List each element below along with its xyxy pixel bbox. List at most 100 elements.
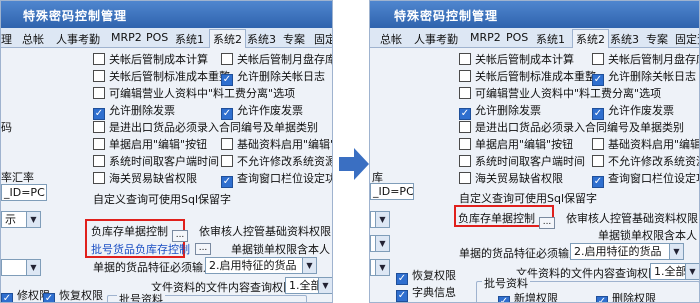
option-import-export-contract[interactable]: 是进出口货品必须录入合同编号及单据类别 [459,121,684,137]
option-cost-calc[interactable]: 关帐后管制成本计算 [459,53,574,69]
option-customs-default[interactable]: 海关贸易缺省权限 [459,172,563,188]
option-delete-invoice[interactable]: 允许删除发票 [93,104,175,120]
edge-combo-2[interactable]: ▼ [1,259,41,276]
checkbox[interactable] [459,172,471,184]
checkbox[interactable] [596,296,608,302]
checkbox[interactable] [592,53,604,65]
chevron-down-icon[interactable]: ▼ [375,212,389,227]
tab-system2[interactable]: 系统2 [209,29,246,48]
option-delete-permission[interactable]: 删除权限 [596,292,656,302]
checkbox[interactable] [93,70,105,82]
option-monthly-stock[interactable]: 关帐后管制月盘存库存 [592,53,699,69]
edge-combo-1[interactable]: ▼ [370,211,390,228]
tab-hr-attendance[interactable]: 人事考勤 [56,31,100,47]
chevron-down-icon[interactable]: ▼ [26,260,40,275]
feature-required-select[interactable]: 2.启用特征的货品 ▼ [205,257,317,274]
checkbox[interactable] [221,53,233,65]
checkbox[interactable] [592,108,604,120]
checkbox[interactable] [459,70,471,82]
option-void-invoice[interactable]: 允许作废发票 [592,104,674,120]
option-dictionary-info[interactable]: 字典信息 [396,286,456,302]
chevron-down-icon[interactable]: ▼ [26,212,40,227]
tab-pos[interactable]: POS [506,31,528,44]
tab-general-ledger[interactable]: 总帐 [380,31,402,47]
checkbox[interactable] [93,53,105,65]
tab-system1[interactable]: 系统1 [536,31,565,47]
checkbox[interactable] [93,138,105,150]
option-no-modify-resource[interactable]: 不允许修改系统资源 [592,155,699,171]
checkbox[interactable] [396,290,408,302]
tab-general-ledger[interactable]: 总帐 [22,31,44,47]
edge-combo-3[interactable]: ▼ [370,259,390,276]
checkbox[interactable] [221,108,233,120]
tab-hr-attendance[interactable]: 人事考勤 [414,31,458,47]
tab-fixed-assets[interactable]: 固定资 [314,31,332,47]
checkbox[interactable] [498,296,510,302]
doc-query-select[interactable]: 1.全部 ▼ [285,277,332,294]
checkbox[interactable] [221,176,233,188]
tab-partial[interactable]: 理 [1,31,12,47]
edge-combo-1[interactable]: 示 ▼ [1,211,41,228]
option-std-cost[interactable]: 关帐后管制标准成本重整 [459,70,596,86]
option-delete-close-log[interactable]: 允许删除关帐日志 [221,70,325,86]
option-import-export-contract[interactable]: 是进出口货品必须录入合同编号及单据类别 [93,121,318,137]
option-material-split[interactable]: 可编辑营业人资料中"料工费分离"选项 [459,87,661,103]
tab-project[interactable]: 专案 [283,31,305,47]
tab-fixed-assets[interactable]: 固定资 [675,31,699,47]
option-doc-edit-button[interactable]: 单据启用"编辑"按钮 [459,138,573,154]
checkbox[interactable] [93,155,105,167]
negative-stock-control-link[interactable]: 负库存单据控制... [91,223,188,242]
checkbox[interactable] [459,53,471,65]
chevron-down-icon[interactable]: ▼ [375,260,389,275]
option-delete-invoice[interactable]: 允许删除发票 [459,104,541,120]
tab-system3[interactable]: 系统3 [610,31,639,47]
checkbox[interactable] [459,155,471,167]
tab-system1[interactable]: 系统1 [175,31,204,47]
chevron-down-icon[interactable]: ▼ [302,258,316,273]
negative-stock-control-link[interactable]: 负库存单据控制... [458,210,555,229]
option-restore-permission[interactable]: 恢复权限 [396,269,456,285]
tab-project[interactable]: 专案 [646,31,668,47]
doc-query-select[interactable]: 1.全部 ▼ [650,263,699,280]
more-button[interactable]: ... [195,243,211,255]
edge-id-input[interactable]: _ID=PC [1,184,47,201]
checkbox[interactable] [459,138,471,150]
checkbox[interactable] [221,155,233,167]
checkbox[interactable] [93,108,105,120]
checkbox[interactable] [93,121,105,133]
chevron-down-icon[interactable]: ▼ [375,236,389,251]
checkbox[interactable] [459,108,471,120]
option-query-column-setting[interactable]: 查询窗口栏位设定功能 [221,172,332,188]
checkbox[interactable] [592,74,604,86]
chevron-down-icon[interactable]: ▼ [685,264,699,279]
option-doc-edit-button[interactable]: 单据启用"编辑"按钮 [93,138,207,154]
tab-mrp2[interactable]: MRP2 [111,31,142,44]
feature-required-select[interactable]: 2.启用特征的货品 ▼ [570,243,684,260]
option-void-invoice[interactable]: 允许作废发票 [221,104,303,120]
more-button[interactable]: ... [539,217,555,229]
tab-system2[interactable]: 系统2 [572,29,609,48]
checkbox[interactable] [592,155,604,167]
option-client-time[interactable]: 系统时间取客户端时间 [93,155,219,171]
checkbox[interactable] [592,138,604,150]
checkbox[interactable] [459,121,471,133]
chevron-down-icon[interactable]: ▼ [318,278,332,293]
option-std-cost[interactable]: 关帐后管制标准成本重整 [93,70,230,86]
option-client-time[interactable]: 系统时间取客户端时间 [459,155,585,171]
option-basic-edit-button[interactable]: 基础资料启用"编辑"按 [592,138,699,154]
chevron-down-icon[interactable]: ▼ [669,244,683,259]
checkbox[interactable] [43,293,55,302]
option-monthly-stock[interactable]: 关帐后管制月盘存库存重 [221,53,332,69]
option-delete-close-log[interactable]: 允许删除关帐日志 [592,70,696,86]
checkbox[interactable] [1,293,13,302]
option-basic-edit-button[interactable]: 基础资料启用"编辑"按钮 [221,138,332,154]
checkbox[interactable] [459,87,471,99]
tab-pos[interactable]: POS [146,31,168,44]
batch-negative-stock-link[interactable]: 批号货品负库存控制 [91,241,190,257]
option-restore-permission[interactable]: 恢复权限 [43,289,103,302]
option-query-column-setting[interactable]: 查询窗口栏位设定功能 [592,172,699,188]
option-add-permission[interactable]: 新增权限 [498,292,558,302]
tab-mrp2[interactable]: MRP2 [470,31,501,44]
option-material-split[interactable]: 可编辑营业人资料中"料工费分离"选项 [93,87,295,103]
tab-system3[interactable]: 系统3 [247,31,276,47]
